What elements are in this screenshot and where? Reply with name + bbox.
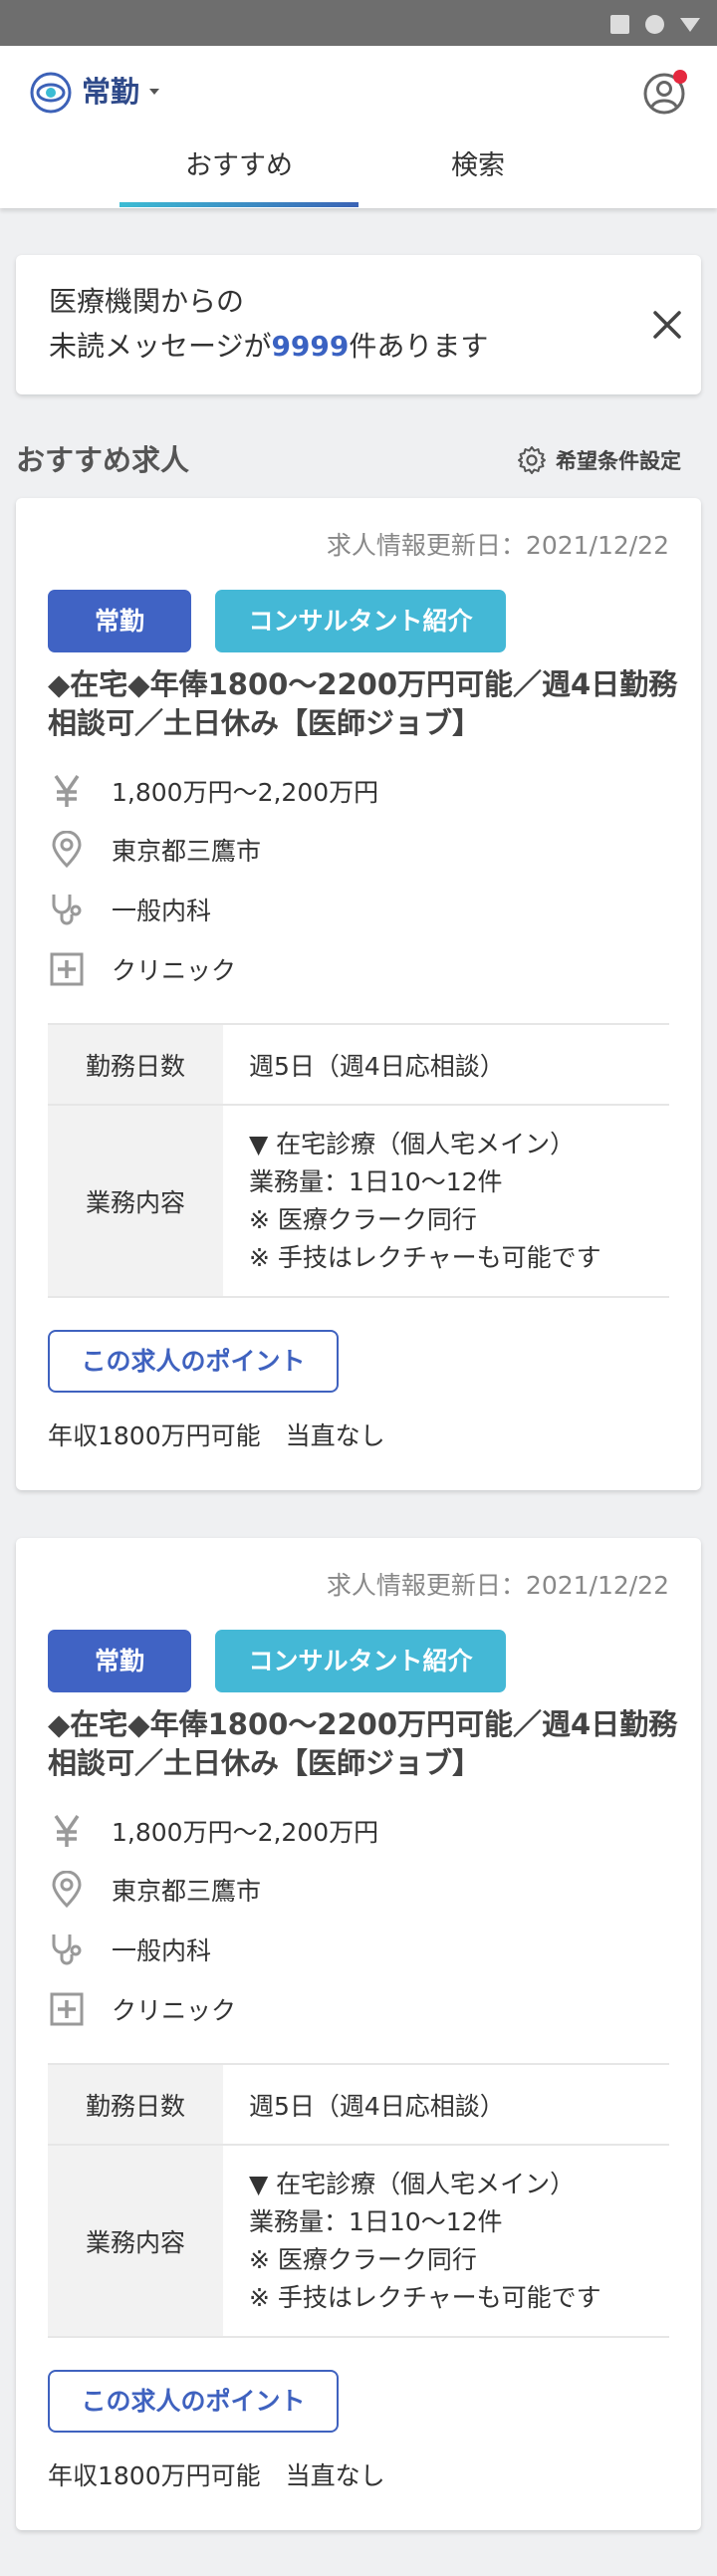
days-value-text: 週5日（週4日応相談）	[249, 2091, 505, 2121]
tab-recommended[interactable]: おすすめ	[120, 145, 358, 205]
job-title[interactable]: ◆在宅◆年俸1800〜2200万円可能／週4日勤務相談可／土日休み【医師ジョブ】	[48, 665, 685, 743]
location-row: 東京都三鷹市	[48, 828, 261, 872]
facility-text: クリニック	[112, 956, 237, 985]
job-point-button[interactable]: この求人のポイント	[48, 2370, 339, 2433]
job-details-table: 勤務日数 週5日（週4日応相談） 業務内容 ▼ 在宅診療（個人宅メイン） 業務量…	[48, 1023, 669, 1298]
app-header: 常勤 おすすめ 検索	[0, 46, 717, 208]
eye-logo-icon	[30, 72, 72, 114]
table-row: 勤務日数 週5日（週4日応相談）	[48, 1025, 669, 1106]
work-line: ※ 医療クラーク同行	[249, 1204, 477, 1234]
table-row: 業務内容 ▼ 在宅診療（個人宅メイン） 業務量：1日10〜12件 ※ 医療クラー…	[48, 1106, 669, 1298]
tab-search[interactable]: 検索	[358, 145, 598, 205]
work-label: 業務内容	[48, 2146, 223, 2336]
consultant-badge: コンサルタント紹介	[215, 590, 506, 652]
preference-settings-button[interactable]: 希望条件設定	[516, 442, 681, 478]
days-value: 週5日（週4日応相談）	[223, 2065, 669, 2144]
close-icon[interactable]	[647, 305, 687, 345]
gear-icon	[518, 446, 546, 474]
employment-type-badge: 常勤	[48, 590, 191, 652]
notice-line-2: 未読メッセージが9999件あります	[49, 325, 488, 369]
work-line: 業務量：1日10〜12件	[249, 1166, 503, 1196]
department-row: 一般内科	[48, 888, 211, 931]
employment-type-selector[interactable]: 常勤	[82, 70, 139, 114]
unread-message-notice[interactable]: 医療機関からの 未読メッセージが9999件あります	[16, 255, 701, 394]
salary-row: 1,800万円〜2,200万円	[48, 769, 378, 813]
settings-label: 希望条件設定	[556, 449, 681, 473]
facility-text: クリニック	[112, 1996, 237, 2025]
notice-prefix: 未読メッセージが	[49, 330, 272, 363]
chevron-down-icon[interactable]	[149, 89, 159, 95]
stethoscope-icon	[52, 895, 82, 925]
map-pin-icon	[52, 831, 82, 869]
salary-row: 1,800万円〜2,200万円	[48, 1809, 378, 1853]
work-line: ▼ 在宅診療（個人宅メイン）	[249, 2169, 576, 2198]
employment-type-badge: 常勤	[48, 1630, 191, 1692]
updated-date: 求人情報更新日：2021/12/22	[326, 531, 669, 560]
job-summary: 年収1800万円可能 当直なし	[48, 2461, 385, 2490]
job-point-button[interactable]: この求人のポイント	[48, 1330, 339, 1393]
work-value: ▼ 在宅診療（個人宅メイン） 業務量：1日10〜12件 ※ 医療クラーク同行 ※…	[223, 2146, 669, 2336]
consultant-badge: コンサルタント紹介	[215, 1630, 506, 1692]
work-line: ※ 医療クラーク同行	[249, 2244, 477, 2274]
salary-text: 1,800万円〜2,200万円	[112, 1818, 379, 1847]
circle-icon	[645, 15, 664, 34]
location-row: 東京都三鷹市	[48, 1868, 261, 1912]
medical-cross-icon	[50, 952, 84, 986]
work-label: 業務内容	[48, 1106, 223, 1296]
department-text: 一般内科	[112, 897, 212, 925]
job-details-table: 勤務日数 週5日（週4日応相談） 業務内容 ▼ 在宅診療（個人宅メイン） 業務量…	[48, 2063, 669, 2338]
system-status-bar	[0, 0, 717, 46]
work-line: ※ 手技はレクチャーも可能です	[249, 1242, 601, 1272]
location-text: 東京都三鷹市	[112, 1877, 262, 1906]
updated-date: 求人情報更新日：2021/12/22	[326, 1571, 669, 1600]
stethoscope-icon	[52, 1934, 82, 1965]
days-value-text: 週5日（週4日応相談）	[249, 1051, 505, 1081]
medical-cross-icon	[50, 1992, 84, 2026]
days-value: 週5日（週4日応相談）	[223, 1025, 669, 1104]
job-summary: 年収1800万円可能 当直なし	[48, 1421, 385, 1450]
map-pin-icon	[52, 1871, 82, 1909]
triangle-icon	[680, 18, 700, 32]
days-label: 勤務日数	[48, 1025, 223, 1104]
facility-row: クリニック	[48, 1987, 236, 2031]
job-title[interactable]: ◆在宅◆年俸1800〜2200万円可能／週4日勤務相談可／土日休み【医師ジョブ】	[48, 1705, 685, 1783]
department-text: 一般内科	[112, 1936, 212, 1965]
work-line: 業務量：1日10〜12件	[249, 2206, 503, 2236]
location-text: 東京都三鷹市	[112, 837, 262, 866]
work-value: ▼ 在宅診療（個人宅メイン） 業務量：1日10〜12件 ※ 医療クラーク同行 ※…	[223, 1106, 669, 1296]
unread-count: 9999	[271, 330, 350, 363]
user-account-icon[interactable]	[640, 68, 690, 118]
work-line: ▼ 在宅診療（個人宅メイン）	[249, 1129, 576, 1159]
days-label: 勤務日数	[48, 2065, 223, 2144]
salary-text: 1,800万円〜2,200万円	[112, 778, 379, 807]
section-title: おすすめ求人	[16, 443, 190, 477]
yen-icon	[54, 775, 80, 807]
work-line: ※ 手技はレクチャーも可能です	[249, 2282, 601, 2312]
yen-icon	[54, 1815, 80, 1847]
notice-suffix: 件あります	[349, 330, 489, 363]
table-row: 勤務日数 週5日（週4日応相談）	[48, 2065, 669, 2146]
notice-line-1: 医療機関からの	[49, 285, 245, 318]
facility-row: クリニック	[48, 947, 236, 991]
table-row: 業務内容 ▼ 在宅診療（個人宅メイン） 業務量：1日10〜12件 ※ 医療クラー…	[48, 2146, 669, 2338]
job-card[interactable]: 求人情報更新日：2021/12/22 常勤 コンサルタント紹介 ◆在宅◆年俸18…	[16, 1538, 701, 2530]
job-card[interactable]: 求人情報更新日：2021/12/22 常勤 コンサルタント紹介 ◆在宅◆年俸18…	[16, 498, 701, 1490]
active-tab-indicator	[120, 202, 358, 207]
square-icon	[610, 15, 629, 34]
department-row: 一般内科	[48, 1928, 211, 1971]
